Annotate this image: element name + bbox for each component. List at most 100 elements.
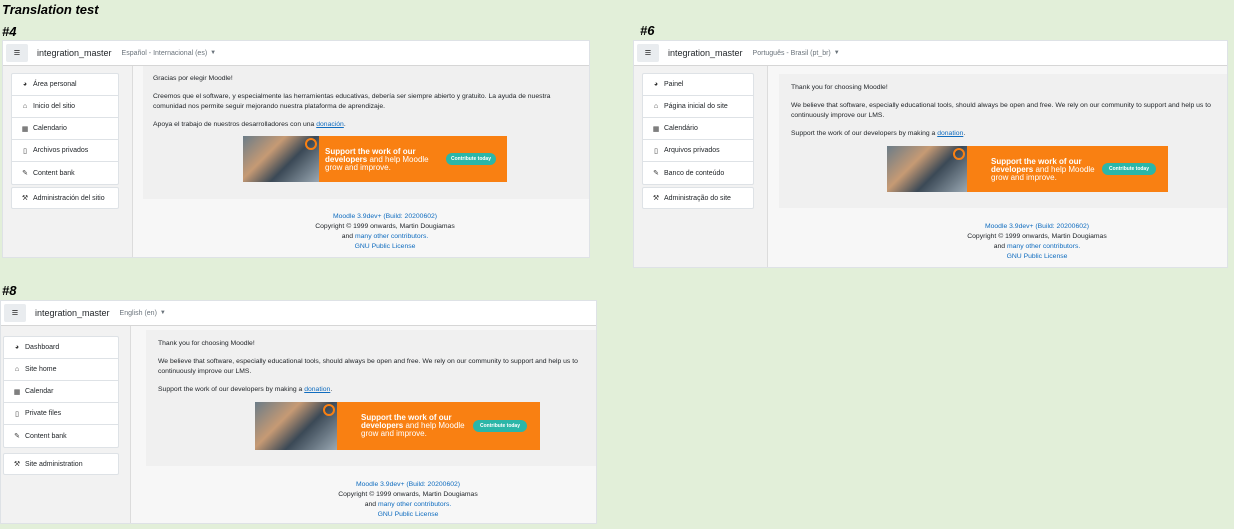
nav-item-site-home[interactable]: ⌂ Site home: [4, 359, 118, 381]
nav-item-site-home[interactable]: ⌂ Inicio del sitio: [12, 96, 118, 118]
page-title: Translation test: [2, 2, 99, 17]
footer-copyright: Copyright © 1999 onwards, Martin Dougiam…: [338, 491, 478, 498]
nav-item-site-home[interactable]: ⌂ Página inicial do site: [643, 96, 753, 118]
caret-down-icon[interactable]: ▼: [160, 310, 166, 316]
nav-drawer: ◕ Painel ⌂ Página inicial do site ▦ Calendá…: [634, 66, 768, 267]
caret-down-icon[interactable]: ▼: [834, 50, 840, 56]
nav-item-private-files[interactable]: ▯ Private files: [4, 403, 118, 425]
belief-text: We believe that software, especially edu…: [791, 102, 1211, 119]
screenshot-panel-4: ≡ integration_master Español - Internaci…: [2, 40, 590, 258]
nav-item-label: Administración del sitio: [33, 194, 105, 202]
nav-item-content-bank[interactable]: ✎ Banco de conteúdo: [643, 162, 753, 184]
panel-label-6: #6: [640, 23, 655, 38]
donation-banner[interactable]: Support the work of our developers and h…: [255, 402, 540, 450]
nav-item-label: Banco de conteúdo: [664, 169, 725, 177]
nav-item-dashboard[interactable]: ◕ Dashboard: [4, 337, 118, 359]
nav-item-label: Página inicial do site: [664, 103, 728, 110]
banner-photo: [887, 146, 967, 192]
nav-item-site-administration[interactable]: ⚒ Site administration: [3, 453, 119, 475]
nav-item-private-files[interactable]: ▯ Archivos privados: [12, 140, 118, 162]
language-menu[interactable]: Português - Brasil (pt_br): [753, 50, 831, 57]
banner-photo: [243, 136, 319, 182]
donation-banner[interactable]: Support the work of our developers and h…: [243, 136, 507, 182]
license-link[interactable]: GNU Public License: [378, 511, 439, 518]
language-menu[interactable]: English (en): [120, 310, 157, 317]
navbar: ≡ integration_master Español - Internaci…: [3, 41, 589, 66]
nav-group: ◕ Área personal ⌂ Inicio del sitio ▦ Calend…: [11, 73, 119, 185]
nav-item-private-files[interactable]: ▯ Arquivos privados: [643, 140, 753, 162]
nav-item-site-administration[interactable]: ⚒ Administración del sitio: [11, 187, 119, 209]
file-icon: ▯: [654, 147, 658, 155]
nav-item-calendar[interactable]: ▦ Calendar: [4, 381, 118, 403]
nav-item-label: Calendario: [33, 125, 67, 132]
contributors-link[interactable]: many other contributors.: [355, 233, 428, 240]
footer-copyright: Copyright © 1999 onwards, Martin Dougiam…: [315, 223, 455, 230]
support-text: Support the work of our developers by ma…: [791, 130, 966, 137]
footer-copyright: Copyright © 1999 onwards, Martin Dougiam…: [967, 233, 1107, 240]
screenshot-panel-6: ≡ integration_master Português - Brasil …: [633, 40, 1228, 268]
nav-item-dashboard[interactable]: ◕ Painel: [643, 74, 753, 96]
menu-icon[interactable]: ≡: [637, 44, 659, 62]
footer-version-link[interactable]: Moodle 3.9dev+ (Build: 20200602): [356, 481, 460, 488]
nav-item-calendar[interactable]: ▦ Calendario: [12, 118, 118, 140]
nav-item-label: Área personal: [33, 81, 77, 88]
nav-group: ◕ Dashboard ⌂ Site home ▦ Calendar ▯ Private…: [3, 336, 119, 448]
footer-version-link[interactable]: Moodle 3.9dev+ (Build: 20200602): [985, 223, 1089, 230]
nav-group: ◕ Painel ⌂ Página inicial do site ▦ Calendá…: [642, 73, 754, 185]
home-icon: ⌂: [14, 366, 20, 373]
nav-drawer: ◕ Área personal ⌂ Inicio del sitio ▦ Calend…: [3, 66, 133, 257]
thanks-text: Thank you for choosing Moodle!: [791, 84, 888, 91]
dashboard-icon: ◕: [14, 344, 20, 351]
license-link[interactable]: GNU Public License: [355, 243, 416, 250]
belief-text: Creemos que el software, y especialmente…: [153, 93, 551, 110]
nav-item-label: Dashboard: [25, 344, 60, 351]
nav-item-calendar[interactable]: ▦ Calendário: [643, 118, 753, 140]
banner-text: Support the work of our developers and h…: [361, 413, 465, 438]
site-name[interactable]: integration_master: [37, 48, 112, 58]
footer: Moodle 3.9dev+ (Build: 20200602) Copyrig…: [143, 212, 589, 252]
nav-item-dashboard[interactable]: ◕ Área personal: [12, 74, 118, 96]
home-icon: ⌂: [653, 103, 659, 110]
nav-item-label: Calendário: [664, 125, 698, 132]
calendar-icon: ▦: [652, 125, 660, 133]
menu-icon[interactable]: ≡: [6, 44, 28, 62]
thanks-text: Gracias por elegir Moodle!: [153, 75, 233, 82]
site-name[interactable]: integration_master: [35, 308, 110, 318]
belief-text: We believe that software, especially edu…: [158, 358, 578, 375]
contributors-link[interactable]: many other contributors.: [378, 501, 451, 508]
panel-label-4: #4: [2, 24, 17, 39]
pen-icon: ✎: [653, 170, 659, 177]
banner-text: Support the work of our developers and h…: [991, 157, 1095, 182]
contribute-button[interactable]: Contribute today: [1102, 163, 1156, 175]
nav-item-label: Site administration: [25, 460, 83, 468]
site-name[interactable]: integration_master: [668, 48, 743, 58]
donation-link[interactable]: donación: [316, 121, 344, 128]
nav-item-content-bank[interactable]: ✎ Content bank: [4, 425, 118, 447]
nav-item-site-administration[interactable]: ⚒ Administração do site: [642, 187, 754, 209]
dashboard-icon: ◕: [22, 81, 28, 88]
dashboard-icon: ◕: [653, 81, 659, 88]
donation-link[interactable]: donation: [304, 386, 330, 393]
contributors-link[interactable]: many other contributors.: [1007, 243, 1080, 250]
nav-item-label: Site home: [25, 366, 57, 373]
support-text: Support the work of our developers by ma…: [158, 386, 333, 393]
banner-photo: [255, 402, 337, 450]
menu-icon[interactable]: ≡: [4, 304, 26, 322]
wrench-icon: ⚒: [652, 195, 660, 202]
file-icon: ▯: [23, 147, 27, 155]
panel-label-8: #8: [2, 283, 17, 298]
donation-link[interactable]: donation: [937, 130, 963, 137]
contribute-button[interactable]: Contribute today: [446, 153, 496, 165]
nav-item-label: Calendar: [25, 388, 54, 395]
license-link[interactable]: GNU Public License: [1007, 253, 1068, 260]
nav-item-content-bank[interactable]: ✎ Content bank: [12, 162, 118, 184]
footer-version-link[interactable]: Moodle 3.9dev+ (Build: 20200602): [333, 213, 437, 220]
contribute-button[interactable]: Contribute today: [473, 420, 527, 432]
caret-down-icon[interactable]: ▼: [210, 50, 216, 56]
nav-item-label: Content bank: [33, 169, 75, 177]
language-menu[interactable]: Español - Internacional (es): [122, 50, 208, 57]
calendar-icon: ▦: [21, 125, 29, 133]
support-text: Apoya el trabajo de nuestros desarrollad…: [153, 121, 346, 128]
donation-banner[interactable]: Support the work of our developers and h…: [887, 146, 1168, 192]
pen-icon: ✎: [22, 170, 28, 177]
